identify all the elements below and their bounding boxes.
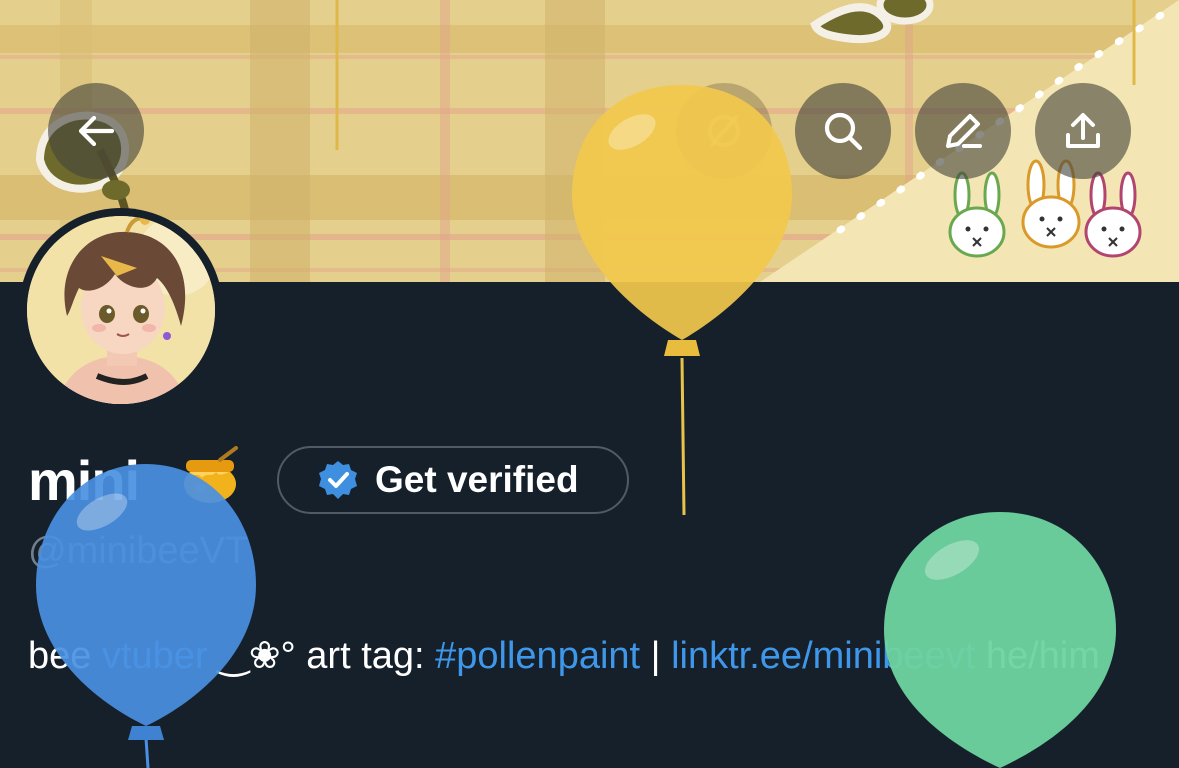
share-icon (1066, 113, 1100, 148)
bio-link-vtuber[interactable]: vtuber (102, 635, 208, 677)
bio-text: ‿❀° art tag: (207, 635, 436, 677)
bio-text: he/him (975, 635, 1100, 677)
linktree-link[interactable]: linktr.ee/minibeevt (671, 635, 975, 677)
display-name: mini (28, 449, 140, 512)
back-button[interactable] (48, 83, 144, 179)
get-verified-label: Get verified (375, 459, 579, 500)
avatar-image (27, 216, 215, 404)
pencil-icon (946, 114, 982, 148)
get-verified-button[interactable]: Get verified (277, 446, 629, 514)
search-button[interactable] (795, 83, 891, 179)
profile-bio: bee vtuber ‿❀° art tag: #pollenpaint | l… (28, 632, 1148, 680)
grok-button[interactable] (676, 83, 772, 179)
verified-badge-icon (319, 461, 357, 499)
share-button[interactable] (1035, 83, 1131, 179)
arrow-left-icon (78, 115, 115, 147)
bio-text: bee (28, 635, 102, 677)
username-handle: @minibeeVT (28, 530, 249, 572)
search-icon (824, 112, 863, 151)
honey-pot-icon (184, 446, 238, 503)
bio-separator: | (640, 635, 672, 677)
avatar[interactable] (19, 208, 223, 412)
slash-circle-icon (708, 115, 740, 147)
edit-button[interactable] (915, 83, 1011, 179)
hashtag-link[interactable]: #pollenpaint (435, 635, 640, 677)
